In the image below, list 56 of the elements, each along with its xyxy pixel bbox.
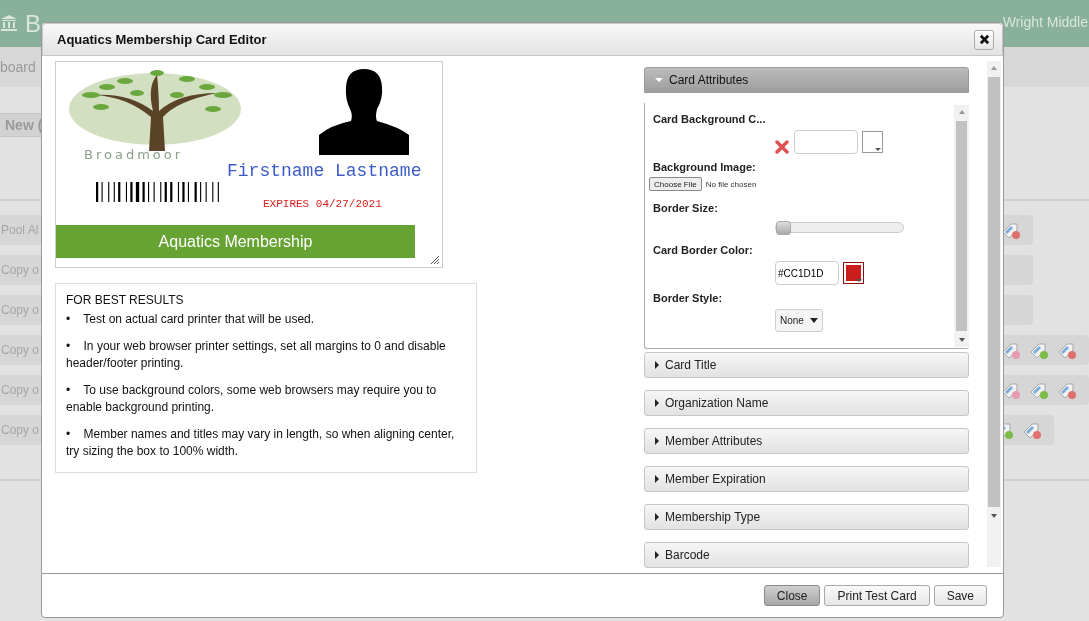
slider-track[interactable]: [775, 222, 904, 233]
color-input[interactable]: #CC1D1D: [775, 261, 839, 285]
tip-text: • To use background colors, some web browsers may require you to enable background printing.: [66, 382, 438, 416]
tag-plus-icon[interactable]: [1029, 340, 1049, 360]
tips-heading: FOR BEST RESULTS: [66, 293, 185, 307]
bank-icon: [0, 14, 18, 32]
style-select[interactable]: None: [775, 309, 823, 332]
member-name: Firstname Lastname: [227, 161, 422, 181]
file-status: No file chosen: [705, 179, 757, 189]
membership-banner: Aquatics Membership: [56, 225, 415, 258]
accordion-header[interactable]: Card Title: [644, 352, 969, 378]
accordion-header[interactable]: Member Attributes: [644, 428, 969, 454]
tag-minus-icon[interactable]: [1057, 340, 1077, 360]
field-label: Card Border Color:: [653, 243, 754, 257]
color-swatch[interactable]: [843, 262, 864, 284]
accordion-header[interactable]: Card Attributes: [644, 67, 969, 93]
field-label: Card Background C...: [653, 112, 767, 126]
scrollbar[interactable]: [987, 61, 1001, 567]
caret-right-icon: [655, 361, 659, 369]
footer-button[interactable]: Close: [763, 585, 821, 606]
resize-grip-icon[interactable]: [431, 256, 439, 264]
footer-button[interactable]: Save: [933, 585, 987, 606]
tip-text: • In your web browser printer settings, set all margins to 0 and disable header/footer printing.: [66, 338, 447, 372]
close-icon[interactable]: [974, 29, 994, 50]
barcode-icon: [96, 182, 220, 202]
accordion-header[interactable]: Membership Type: [644, 504, 969, 530]
caret-right-icon: [655, 475, 659, 483]
dialog-title: Aquatics Membership Card Editor: [57, 32, 267, 47]
tag-plus-icon[interactable]: [1029, 380, 1049, 400]
field-label: Border Style:: [653, 291, 724, 305]
logo-text: Broadmoor: [84, 147, 184, 162]
slider-thumb[interactable]: [776, 221, 791, 235]
caret-right-icon: [655, 437, 659, 445]
tip-text: • Member names and titles may vary in length, so when aligning center, try sizing the box to 100% width.: [66, 426, 456, 460]
caret-right-icon: [655, 399, 659, 407]
clear-icon[interactable]: [775, 140, 789, 154]
scrollbar[interactable]: [954, 105, 969, 347]
tip-text: • Test on actual card printer that will be used.: [66, 311, 316, 328]
accordion-header[interactable]: Organization Name: [644, 390, 969, 416]
caret-right-icon: [655, 551, 659, 559]
tag-minus-icon[interactable]: [1022, 420, 1042, 440]
footer-button[interactable]: Print Test Card: [824, 585, 930, 606]
accordion-header[interactable]: Member Expiration: [644, 466, 969, 492]
color-swatch[interactable]: [862, 131, 883, 153]
tag-minus-icon[interactable]: [1057, 380, 1077, 400]
field-label: Border Size:: [653, 201, 719, 215]
caret-down-icon: [809, 318, 818, 323]
caret-right-icon: [655, 513, 659, 521]
field-label: Background Image:: [653, 160, 757, 174]
choose-file-button[interactable]: Choose File: [649, 177, 702, 191]
color-input[interactable]: [794, 130, 858, 154]
caret-down-icon: [655, 78, 663, 82]
app-title: B: [25, 10, 41, 38]
expiration-date: EXPIRES 04/27/2021: [263, 198, 382, 210]
accordion-header[interactable]: Barcode: [644, 542, 969, 568]
person-silhouette-icon: [319, 69, 409, 155]
